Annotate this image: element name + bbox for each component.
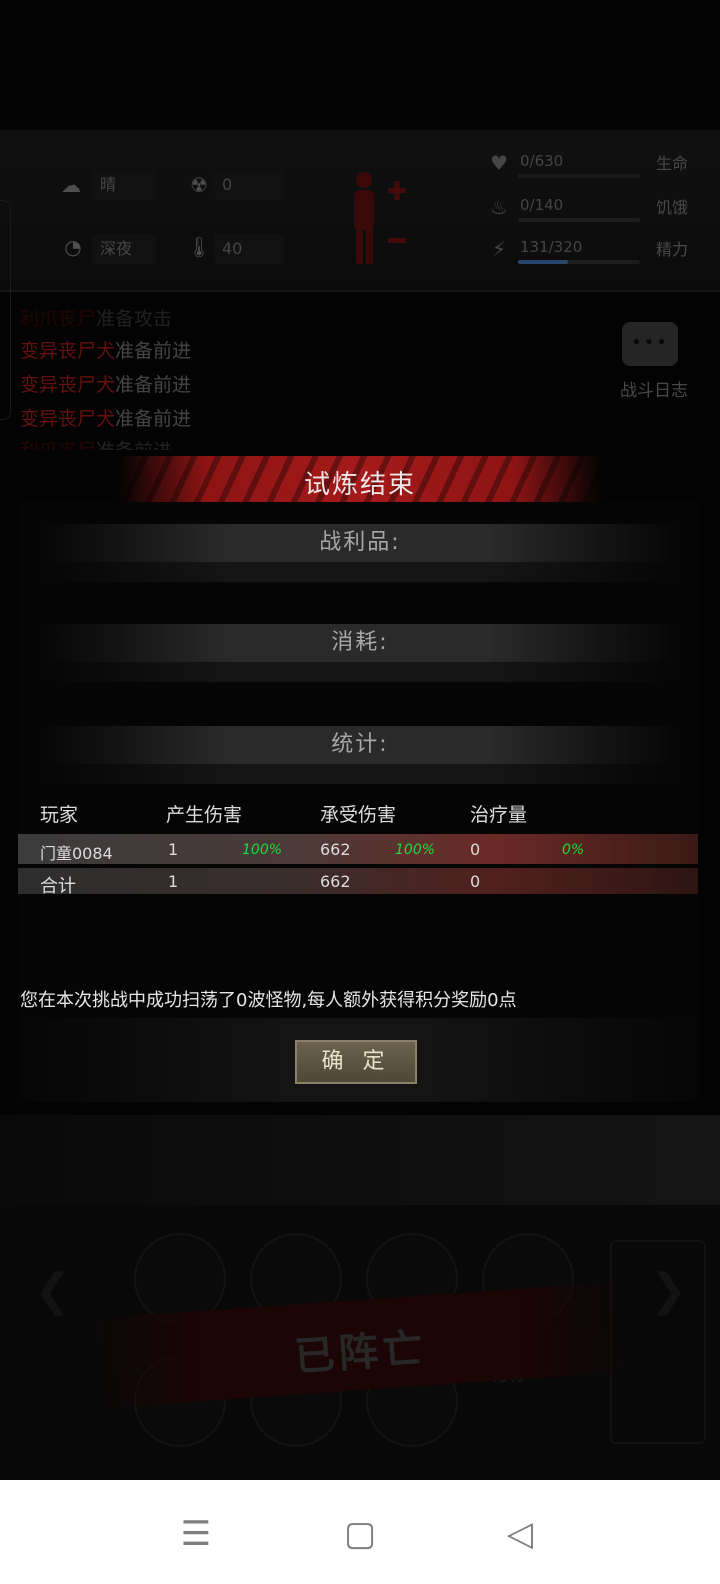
total-damage-taken: 662 xyxy=(320,872,351,891)
consume-section-header: 消耗: xyxy=(40,624,680,662)
menu-icon[interactable]: ☰ xyxy=(166,1504,226,1564)
system-nav-bar: ☰ ▢ ◁ xyxy=(0,1480,720,1584)
back-icon[interactable]: ◁ xyxy=(490,1504,550,1564)
stats-section-header: 统计: xyxy=(40,726,680,764)
damage-taken-value: 662 xyxy=(320,840,351,859)
table-row-total xyxy=(18,868,698,894)
consume-section-body xyxy=(40,662,680,682)
damage-taken-percent: 100% xyxy=(395,842,436,858)
total-healing: 0 xyxy=(470,872,481,891)
column-header-healing: 治疗量 xyxy=(470,804,528,826)
dialog-title-banner: 试炼结束 xyxy=(118,456,602,502)
dialog-title: 试炼结束 xyxy=(303,470,416,500)
healing-percent: 0% xyxy=(562,842,585,858)
loot-section-header: 战利品: xyxy=(40,524,680,562)
stats-section-body xyxy=(40,764,680,784)
confirm-button[interactable]: 确 定 xyxy=(295,1040,417,1084)
column-header-damage-taken: 承受伤害 xyxy=(320,804,397,826)
total-label: 合计 xyxy=(40,876,76,897)
damage-dealt-value: 1 xyxy=(168,840,179,859)
player-name: 门童0084 xyxy=(40,844,113,863)
column-header-player: 玩家 xyxy=(40,804,79,826)
column-header-damage-dealt: 产生伤害 xyxy=(166,804,243,826)
total-damage-dealt: 1 xyxy=(168,872,179,891)
home-icon[interactable]: ▢ xyxy=(330,1504,390,1564)
loot-section-body xyxy=(40,562,680,582)
healing-value: 0 xyxy=(470,840,481,859)
reward-notice: 您在本次挑战中成功扫荡了0波怪物,每人额外获得积分奖励0点 xyxy=(20,990,517,1011)
damage-dealt-percent: 100% xyxy=(242,842,283,858)
table-row xyxy=(18,834,698,864)
